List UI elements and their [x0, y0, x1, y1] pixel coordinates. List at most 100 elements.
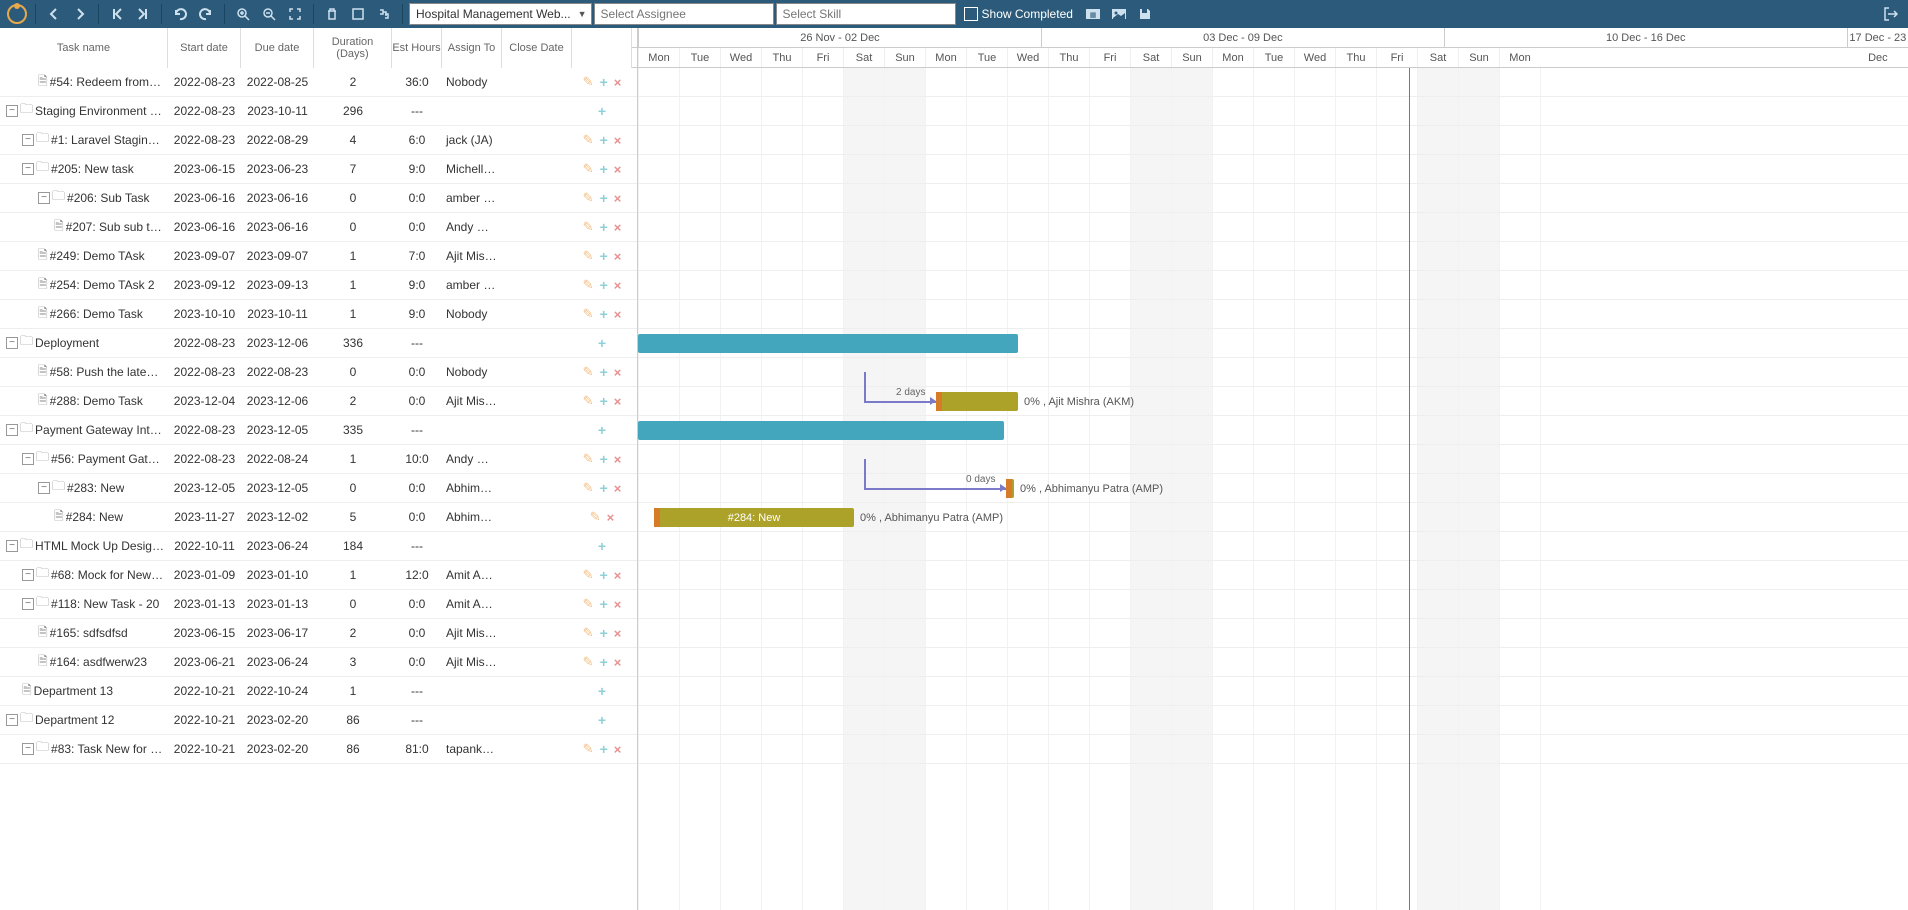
- group-bar[interactable]: [638, 334, 1018, 353]
- edit-icon[interactable]: ✎: [583, 567, 594, 583]
- task-bar[interactable]: 0% , Ajit Mishra (AKM): [936, 392, 1018, 411]
- delete-icon[interactable]: ×: [614, 568, 622, 583]
- delete-icon[interactable]: ×: [614, 162, 622, 177]
- task-row[interactable]: 🗎 #54: Redeem from wallet2022-08-232022-…: [0, 68, 637, 97]
- collapse-toggle[interactable]: −: [38, 482, 50, 494]
- task-row[interactable]: 🗎 Department 132022-10-212022-10-241---+: [0, 677, 637, 706]
- save-button[interactable]: [1133, 3, 1157, 25]
- edit-icon[interactable]: ✎: [583, 480, 594, 496]
- delete-icon[interactable]: ×: [614, 394, 622, 409]
- export-excel-button[interactable]: ▦: [1081, 3, 1105, 25]
- add-icon[interactable]: +: [600, 393, 608, 409]
- go-first-button[interactable]: [105, 3, 129, 25]
- add-icon[interactable]: +: [598, 335, 606, 351]
- task-bar[interactable]: #284: New0% , Abhimanyu Patra (AMP): [654, 508, 854, 527]
- edit-icon[interactable]: ✎: [583, 219, 594, 235]
- task-row[interactable]: 🗎 #164: asdfwerw232023-06-212023-06-2430…: [0, 648, 637, 677]
- task-row[interactable]: −🗀 Deployment2022-08-232023-12-06336---+: [0, 329, 637, 358]
- edit-icon[interactable]: ✎: [583, 625, 594, 641]
- zoom-out-button[interactable]: [257, 3, 281, 25]
- task-row[interactable]: −🗀 Payment Gateway Integration2022-08-23…: [0, 416, 637, 445]
- add-icon[interactable]: +: [600, 596, 608, 612]
- add-icon[interactable]: +: [600, 248, 608, 264]
- project-select[interactable]: Hospital Management Web...: [409, 3, 592, 25]
- delete-icon[interactable]: ×: [614, 597, 622, 612]
- task-row[interactable]: 🗎 #165: sdfsdfsd2023-06-152023-06-1720:0…: [0, 619, 637, 648]
- add-icon[interactable]: +: [600, 741, 608, 757]
- zoom-fit-button[interactable]: [283, 3, 307, 25]
- collapse-toggle[interactable]: −: [22, 163, 34, 175]
- delete-icon[interactable]: ×: [614, 133, 622, 148]
- add-icon[interactable]: +: [600, 277, 608, 293]
- delete-icon[interactable]: ×: [614, 249, 622, 264]
- task-row[interactable]: −🗀 #206: Sub Task2023-06-162023-06-1600:…: [0, 184, 637, 213]
- task-row[interactable]: −🗀 #56: Payment Gateway2022-08-232022-08…: [0, 445, 637, 474]
- collapse-toggle[interactable]: −: [6, 540, 18, 552]
- delete-icon[interactable]: ×: [614, 626, 622, 641]
- delete-icon[interactable]: ×: [614, 75, 622, 90]
- delete-icon[interactable]: ×: [607, 510, 615, 525]
- edit-icon[interactable]: ✎: [583, 741, 594, 757]
- nav-forward-button[interactable]: [68, 3, 92, 25]
- edit-icon[interactable]: ✎: [583, 596, 594, 612]
- add-icon[interactable]: +: [598, 683, 606, 699]
- exit-button[interactable]: [1879, 3, 1903, 25]
- edit-icon[interactable]: ✎: [583, 306, 594, 322]
- edit-icon[interactable]: ✎: [583, 161, 594, 177]
- collapse-toggle[interactable]: −: [22, 598, 34, 610]
- undo-button[interactable]: [168, 3, 192, 25]
- collapse-toggle[interactable]: −: [22, 134, 34, 146]
- delete-button[interactable]: [320, 3, 344, 25]
- task-row[interactable]: −🗀 #205: New task2023-06-152023-06-2379:…: [0, 155, 637, 184]
- fullscreen-button[interactable]: [346, 3, 370, 25]
- delete-icon[interactable]: ×: [614, 278, 622, 293]
- go-last-button[interactable]: [131, 3, 155, 25]
- task-row[interactable]: 🗎 #266: Demo Task2023-10-102023-10-1119:…: [0, 300, 637, 329]
- task-row[interactable]: −🗀 Staging Environment Setup2022-08-2320…: [0, 97, 637, 126]
- edit-icon[interactable]: ✎: [583, 74, 594, 90]
- add-icon[interactable]: +: [600, 654, 608, 670]
- delete-icon[interactable]: ×: [614, 742, 622, 757]
- task-row[interactable]: 🗎 #284: New2023-11-272023-12-0250:0Abhim…: [0, 503, 637, 532]
- export-image-button[interactable]: [1107, 3, 1131, 25]
- delete-icon[interactable]: ×: [614, 307, 622, 322]
- collapse-toggle[interactable]: −: [6, 714, 18, 726]
- task-bar[interactable]: 0% , Abhimanyu Patra (AMP): [1006, 479, 1014, 498]
- edit-icon[interactable]: ✎: [583, 393, 594, 409]
- edit-icon[interactable]: ✎: [583, 451, 594, 467]
- collapse-toggle[interactable]: −: [6, 337, 18, 349]
- skill-input[interactable]: [776, 3, 956, 25]
- task-row[interactable]: −🗀 #1: Laravel Staging Env2022-08-232022…: [0, 126, 637, 155]
- delete-icon[interactable]: ×: [614, 191, 622, 206]
- add-icon[interactable]: +: [598, 712, 606, 728]
- delete-icon[interactable]: ×: [614, 655, 622, 670]
- task-row[interactable]: −🗀 #68: Mock for New Home2023-01-092023-…: [0, 561, 637, 590]
- assignee-input[interactable]: [594, 3, 774, 25]
- edit-icon[interactable]: ✎: [583, 277, 594, 293]
- delete-icon[interactable]: ×: [614, 452, 622, 467]
- delete-icon[interactable]: ×: [614, 365, 622, 380]
- task-row[interactable]: 🗎 #249: Demo TAsk2023-09-072023-09-0717:…: [0, 242, 637, 271]
- add-icon[interactable]: +: [598, 422, 606, 438]
- collapse-toggle[interactable]: −: [6, 424, 18, 436]
- task-row[interactable]: −🗀 HTML Mock Up Designs2022-10-112023-06…: [0, 532, 637, 561]
- edit-icon[interactable]: ✎: [583, 364, 594, 380]
- add-icon[interactable]: +: [600, 132, 608, 148]
- add-icon[interactable]: +: [600, 567, 608, 583]
- edit-icon[interactable]: ✎: [583, 190, 594, 206]
- add-icon[interactable]: +: [600, 625, 608, 641]
- add-icon[interactable]: +: [600, 306, 608, 322]
- delete-icon[interactable]: ×: [614, 220, 622, 235]
- task-row[interactable]: 🗎 #288: Demo Task2023-12-042023-12-0620:…: [0, 387, 637, 416]
- task-row[interactable]: 🗎 #254: Demo TAsk 22023-09-122023-09-131…: [0, 271, 637, 300]
- edit-icon[interactable]: ✎: [583, 248, 594, 264]
- collapse-toggle[interactable]: −: [6, 105, 18, 117]
- collapse-toggle[interactable]: −: [22, 743, 34, 755]
- flow-button[interactable]: [372, 3, 396, 25]
- add-icon[interactable]: +: [600, 74, 608, 90]
- add-icon[interactable]: +: [598, 538, 606, 554]
- task-row[interactable]: −🗀 #118: New Task - 202023-01-132023-01-…: [0, 590, 637, 619]
- add-icon[interactable]: +: [600, 161, 608, 177]
- task-row[interactable]: −🗀 Department 122022-10-212023-02-2086--…: [0, 706, 637, 735]
- task-row[interactable]: −🗀 #83: Task New for Design2022-10-21202…: [0, 735, 637, 764]
